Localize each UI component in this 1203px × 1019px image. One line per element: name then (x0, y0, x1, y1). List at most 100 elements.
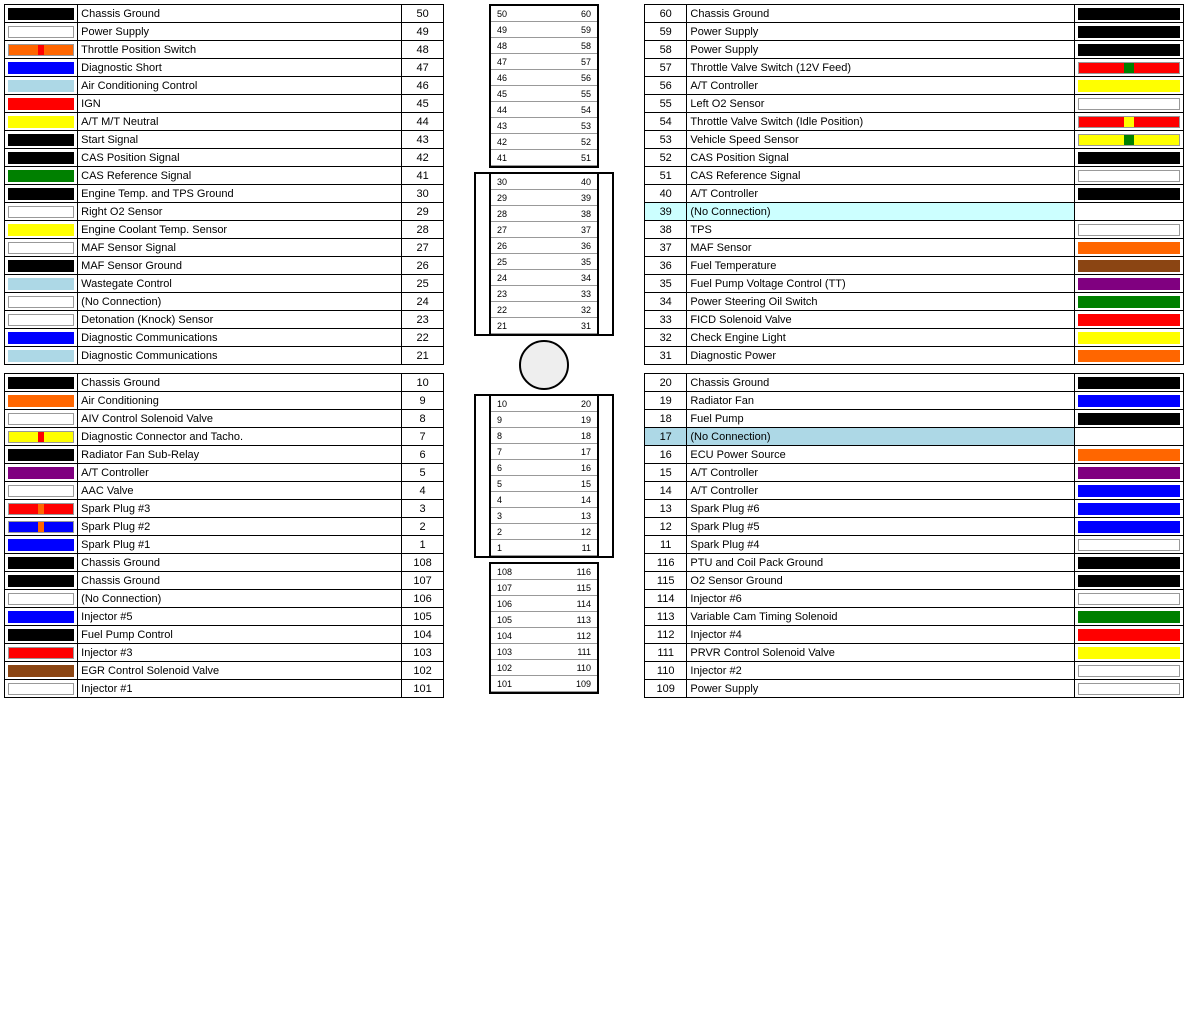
left-pin: 49 (497, 25, 507, 35)
pin-number: 36 (645, 257, 687, 275)
pin-number: 105 (402, 608, 444, 626)
color-swatch (5, 392, 78, 410)
signal-name: Fuel Pump Control (78, 626, 402, 644)
pin-number: 109 (645, 680, 687, 698)
signal-name: Diagnostic Power (687, 347, 1075, 365)
color-swatch (5, 608, 78, 626)
left-pin: 10 (497, 399, 507, 409)
connector-circle (519, 340, 569, 390)
table-row: Injector #3 103 (5, 644, 444, 662)
signal-name: Chassis Ground (78, 572, 402, 590)
pin-number: 29 (402, 203, 444, 221)
pin-pair-row: 8 18 (491, 428, 597, 444)
left-pin: 44 (497, 105, 507, 115)
color-swatch (5, 221, 78, 239)
pin-number: 45 (402, 95, 444, 113)
right-pin: 31 (581, 321, 591, 331)
color-swatch (1074, 482, 1183, 500)
right-pin: 16 (581, 463, 591, 473)
pin-number: 103 (402, 644, 444, 662)
left-pin: 29 (497, 193, 507, 203)
left-pin: 4 (497, 495, 502, 505)
pin-pair-row: 104112 (491, 628, 597, 644)
color-swatch (1074, 536, 1183, 554)
signal-name: Spark Plug #3 (78, 500, 402, 518)
color-swatch (5, 95, 78, 113)
pin-number: 28 (402, 221, 444, 239)
pin-number: 11 (645, 536, 687, 554)
signal-name: Chassis Ground (78, 5, 402, 23)
signal-name: ECU Power Source (687, 446, 1075, 464)
right-pin: 53 (581, 121, 591, 131)
right-pin: 13 (581, 511, 591, 521)
signal-name: Spark Plug #6 (687, 500, 1075, 518)
table-row: Chassis Ground 108 (5, 554, 444, 572)
color-swatch (5, 500, 78, 518)
pin-number: 14 (645, 482, 687, 500)
table-row: 39 (No Connection) (645, 203, 1184, 221)
color-swatch (1074, 500, 1183, 518)
table-row: Air Conditioning Control 46 (5, 77, 444, 95)
pin-number: 102 (402, 662, 444, 680)
pin-pair-row: 4757 (491, 54, 597, 70)
pin-number: 37 (645, 239, 687, 257)
signal-name: MAF Sensor (687, 239, 1075, 257)
pin-pair-row: 7 17 (491, 444, 597, 460)
left-pin: 7 (497, 447, 502, 457)
signal-name: Radiator Fan Sub-Relay (78, 446, 402, 464)
pin-number: 17 (645, 428, 687, 446)
left-pin: 104 (497, 631, 512, 641)
color-swatch (5, 590, 78, 608)
right-pin: 113 (577, 615, 591, 625)
pin-number: 5 (402, 464, 444, 482)
color-swatch (1074, 464, 1183, 482)
table-row: 54 Throttle Valve Switch (Idle Position) (645, 113, 1184, 131)
table-row: 37 MAF Sensor (645, 239, 1184, 257)
table-row: Radiator Fan Sub-Relay 6 (5, 446, 444, 464)
table-row: 19 Radiator Fan (645, 392, 1184, 410)
pin-number: 8 (402, 410, 444, 428)
right-pin: 57 (581, 57, 591, 67)
right-pin: 12 (581, 527, 591, 537)
left-pin: 8 (497, 431, 502, 441)
right-pin: 18 (581, 431, 591, 441)
signal-name: A/T Controller (78, 464, 402, 482)
signal-name: MAF Sensor Signal (78, 239, 402, 257)
color-swatch (5, 257, 78, 275)
pin-pair-row: 4252 (491, 134, 597, 150)
table-row: Chassis Ground 10 (5, 374, 444, 392)
signal-name: Spark Plug #4 (687, 536, 1075, 554)
pin-number: 4 (402, 482, 444, 500)
right-pin: 115 (577, 583, 591, 593)
signal-name: Power Supply (687, 680, 1075, 698)
table-row: 53 Vehicle Speed Sensor (645, 131, 1184, 149)
pin-number: 113 (645, 608, 687, 626)
color-swatch (5, 410, 78, 428)
pin-number: 116 (645, 554, 687, 572)
right-pin: 11 (582, 543, 591, 553)
pin-number: 12 (645, 518, 687, 536)
color-swatch (5, 5, 78, 23)
signal-name: (No Connection) (78, 590, 402, 608)
color-swatch (1074, 329, 1183, 347)
left-pin: 106 (497, 599, 512, 609)
pin-pair-row: 102110 (491, 660, 597, 676)
center-panel: 5060495948584757465645554454435342524151… (444, 4, 644, 698)
table-row: 16 ECU Power Source (645, 446, 1184, 464)
color-swatch (5, 680, 78, 698)
table-row: Fuel Pump Control 104 (5, 626, 444, 644)
pin-pair-row: 2333 (491, 286, 597, 302)
signal-name: Radiator Fan (687, 392, 1075, 410)
right-pin: 20 (581, 399, 591, 409)
signal-name: Fuel Temperature (687, 257, 1075, 275)
right-table-top: 60 Chassis Ground 59 Power Supply 58 Pow… (644, 4, 1184, 365)
pin-number: 50 (402, 5, 444, 23)
right-pin: 14 (581, 495, 591, 505)
left-pin: 1 (497, 543, 502, 553)
right-pin: 58 (581, 41, 591, 51)
right-pin: 17 (581, 447, 591, 457)
table-row: 38 TPS (645, 221, 1184, 239)
table-row: Diagnostic Communications 22 (5, 329, 444, 347)
table-row: Chassis Ground 50 (5, 5, 444, 23)
pin-number: 40 (645, 185, 687, 203)
